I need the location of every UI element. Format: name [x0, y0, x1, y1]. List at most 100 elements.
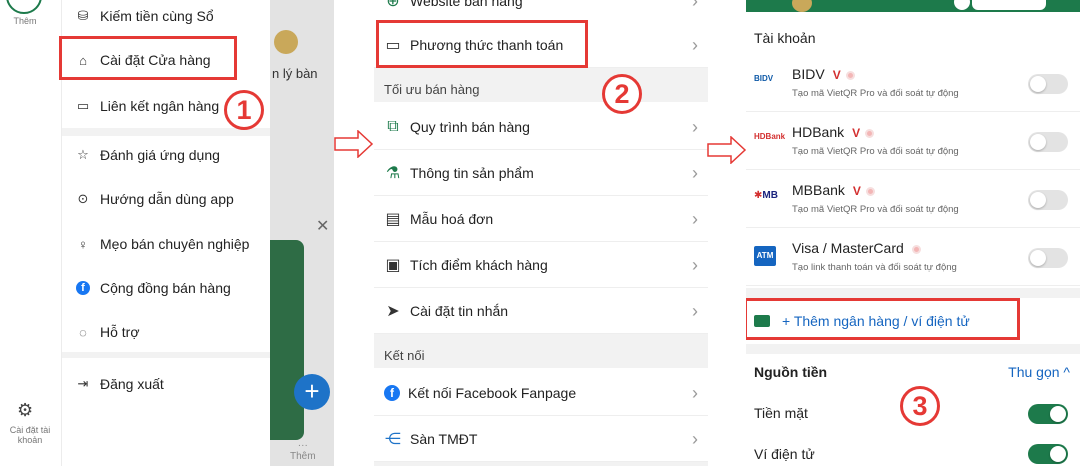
send-icon: ➤ — [386, 302, 400, 320]
menu-item-earn-money[interactable]: ⛁ Kiếm tiền cùng Sổ — [76, 8, 214, 24]
add-bank-button[interactable]: + Thêm ngân hàng / ví điện tử — [746, 298, 1080, 344]
close-icon[interactable]: ✕ — [316, 216, 329, 236]
menu-item-support[interactable]: ◌ Hỗ trợ — [76, 324, 140, 340]
coins-icon: ⛁ — [77, 8, 89, 23]
bank-toggle[interactable] — [1028, 190, 1068, 210]
product-icon: ⚗ — [385, 164, 401, 182]
chat-icon: ◌ — [79, 324, 87, 340]
background-promo-card — [270, 240, 304, 440]
bank-subtitle: Tạo mã VietQR Pro và đối soát tự động — [792, 88, 959, 99]
globe-icon: ⊕ — [386, 0, 400, 10]
more-tab[interactable]: ··· Thêm — [290, 440, 316, 462]
bank-name: Visa / MasterCard — [792, 240, 921, 256]
menu-item-label: Hướng dẫn dùng app — [100, 191, 234, 207]
verified-icon: V — [852, 184, 861, 198]
row-facebook-fanpage[interactable]: f Kết nối Facebook Fanpage › — [374, 370, 708, 416]
chevron-right-icon: › — [692, 382, 698, 403]
chevron-right-icon: › — [692, 428, 698, 449]
menu-item-app-guide[interactable]: ⊙ Hướng dẫn dùng app — [76, 191, 234, 207]
card-icon: ▭ — [76, 98, 90, 113]
row-label: Tích điểm khách hàng — [410, 256, 548, 273]
side-drawer: ⛁ Kiếm tiền cùng Sổ ⌂ Cài đặt Cửa hàng ▭… — [62, 0, 270, 466]
logout-icon: ⇥ — [77, 376, 89, 391]
bank-name: BIDV V — [792, 66, 855, 82]
wallet-icon — [754, 315, 770, 327]
bank-toggle[interactable] — [1028, 132, 1068, 152]
facebook-icon: f — [76, 281, 90, 295]
bank-row-mbbank[interactable]: ✱MB MBBank V Tạo mã VietQR Pro và đối soá… — [746, 172, 1080, 228]
bank-subtitle: Tạo mã VietQR Pro và đối soát tự động — [792, 204, 959, 215]
bank-row-bidv[interactable]: BIDV BIDV V Tạo mã VietQR Pro và đối soát… — [746, 56, 1080, 112]
rail-top-label: Thêm — [13, 16, 37, 26]
chevron-right-icon: › — [692, 162, 698, 183]
account-settings-label[interactable]: Cài đặt tài khoản — [0, 425, 60, 445]
bulb-icon: ♀ — [78, 236, 88, 252]
collapse-link[interactable]: Thu gọn ^ — [1008, 364, 1070, 380]
add-fab-button[interactable]: + — [294, 374, 330, 410]
row-label: Thông tin sản phẩm — [410, 164, 534, 181]
row-sales-workflow[interactable]: ⧉ Quy trình bán hàng › — [374, 104, 708, 150]
background-partial-text: n lý bàn — [272, 66, 318, 81]
screen-store-menu: n lý bàn ✕ + ··· Thêm Thêm ⚙ Cài đặt tài … — [0, 0, 334, 466]
menu-item-label: Cộng đồng bán hàng — [100, 280, 231, 296]
badge-icon — [865, 186, 875, 196]
facebook-icon: f — [384, 384, 400, 401]
menu-item-label: Kiếm tiền cùng Sổ — [100, 8, 214, 24]
row-label: Cài đặt tin nhắn — [410, 302, 509, 319]
bank-name-text: HDBank — [792, 124, 845, 140]
badge-icon — [911, 244, 921, 254]
menu-item-sales-tips[interactable]: ♀ Mẹo bán chuyên nghiệp — [76, 236, 249, 252]
menu-item-label: Mẹo bán chuyên nghiệp — [100, 236, 250, 252]
bank-name: HDBank V — [792, 124, 875, 140]
section-header-connect: Kết nối — [374, 334, 708, 368]
row-label: Quy trình bán hàng — [410, 118, 530, 135]
row-ecommerce[interactable]: ⋲ Sàn TMĐT › — [374, 416, 708, 462]
toggle-knob — [1030, 134, 1046, 150]
row-payment-methods[interactable]: ▭ Phương thức thanh toán › — [374, 22, 708, 68]
row-loyalty-points[interactable]: ▣ Tích điểm khách hàng › — [374, 242, 708, 288]
header-pill — [972, 0, 1046, 10]
hdbank-logo: HDBank — [754, 132, 786, 141]
row-website[interactable]: ⊕ Website bán hàng › — [374, 0, 708, 24]
share-icon: ⋲ — [385, 430, 401, 448]
menu-item-label: Đăng xuất — [100, 376, 164, 392]
accounts-title: Tài khoản — [754, 30, 816, 46]
step-badge: 3 — [900, 386, 940, 426]
menu-item-logout[interactable]: ⇥ Đăng xuất — [76, 376, 164, 392]
row-invoice-template[interactable]: ▤ Mẫu hoá đơn › — [374, 196, 708, 242]
gear-icon[interactable]: ⚙ — [17, 400, 33, 421]
row-message-settings[interactable]: ➤ Cài đặt tin nhắn › — [374, 288, 708, 334]
chevron-right-icon: › — [692, 34, 698, 55]
star-icon: ☆ — [77, 147, 89, 162]
chevron-right-icon: › — [692, 116, 698, 137]
bank-toggle[interactable] — [1028, 74, 1068, 94]
source-toggle-cash[interactable] — [1028, 404, 1068, 424]
menu-item-store-settings[interactable]: ⌂ Cài đặt Cửa hàng — [76, 52, 211, 68]
more-tab-label: Thêm — [290, 451, 316, 462]
divider — [746, 288, 1080, 298]
menu-item-label: Cài đặt Cửa hàng — [100, 52, 211, 68]
source-label: Tiền mặt — [754, 405, 808, 421]
menu-item-link-bank[interactable]: ▭ Liên kết ngân hàng — [76, 98, 219, 114]
toggle-knob — [1050, 446, 1066, 462]
source-label: Ví điện tử — [754, 446, 815, 462]
background-app: n lý bàn ✕ + ··· Thêm — [270, 0, 334, 466]
row-product-info[interactable]: ⚗ Thông tin sản phẩm › — [374, 150, 708, 196]
screen-store-settings: ⊕ Website bán hàng › ▭ Phương thức thanh… — [374, 0, 708, 466]
toggle-knob — [1030, 76, 1046, 92]
menu-item-rate-app[interactable]: ☆ Đánh giá ứng dụng — [76, 147, 220, 163]
bank-row-hdbank[interactable]: HDBank HDBank V Tạo mã VietQR Pro và đối … — [746, 114, 1080, 170]
divider — [374, 462, 708, 466]
bank-toggle[interactable] — [1028, 248, 1068, 268]
menu-item-community[interactable]: f Cộng đồng bán hàng — [76, 280, 231, 296]
atm-card-icon: ATM — [754, 246, 776, 266]
verified-icon: V — [852, 126, 861, 140]
bank-subtitle: Tạo mã VietQR Pro và đối soát tự động — [792, 146, 959, 157]
avatar[interactable] — [6, 0, 42, 14]
bank-name: MBBank V — [792, 182, 875, 198]
source-toggle-ewallet[interactable] — [1028, 444, 1068, 464]
menu-item-label: Hỗ trợ — [100, 324, 140, 340]
chevron-right-icon: › — [692, 300, 698, 321]
bank-row-card[interactable]: ATM Visa / MasterCard Tạo link thanh toá… — [746, 230, 1080, 286]
workflow-icon: ⧉ — [387, 117, 399, 135]
